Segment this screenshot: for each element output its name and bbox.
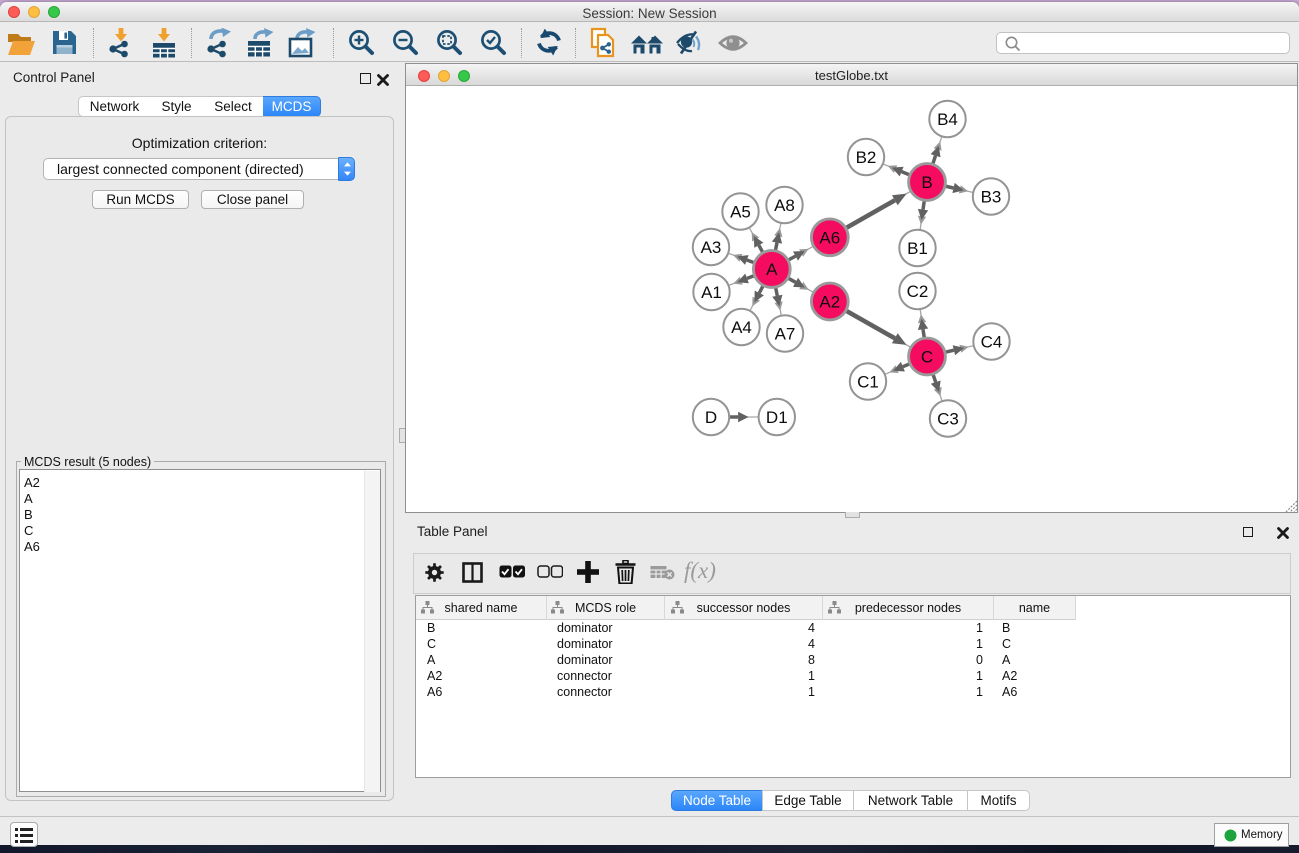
svg-text:A7: A7: [775, 325, 796, 344]
svg-text:A8: A8: [774, 196, 795, 215]
svg-text:A1: A1: [701, 283, 722, 302]
svg-text:A2: A2: [819, 293, 840, 312]
svg-text:C3: C3: [937, 410, 959, 429]
svg-text:A6: A6: [819, 228, 840, 247]
svg-text:B2: B2: [856, 148, 877, 167]
svg-text:B4: B4: [937, 110, 958, 129]
svg-text:D1: D1: [766, 408, 788, 427]
svg-text:C2: C2: [907, 282, 929, 301]
svg-text:C4: C4: [981, 333, 1003, 352]
svg-text:A3: A3: [701, 238, 722, 257]
svg-text:A4: A4: [731, 318, 752, 337]
svg-text:C1: C1: [857, 373, 879, 392]
svg-text:B1: B1: [907, 239, 928, 258]
svg-text:B3: B3: [981, 188, 1002, 207]
svg-text:A: A: [766, 260, 778, 279]
svg-text:C: C: [921, 348, 933, 367]
svg-text:B: B: [921, 173, 932, 192]
svg-text:A5: A5: [730, 203, 751, 222]
svg-text:D: D: [705, 408, 717, 427]
